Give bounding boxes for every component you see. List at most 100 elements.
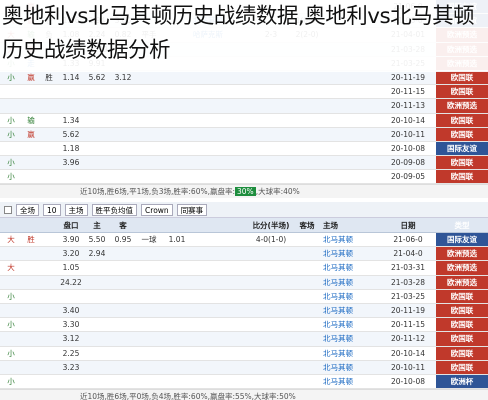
table-row[interactable]: 3.20 2.94 北马其顿 21-04-0 欧洲预选 [0, 247, 488, 262]
cell-o2: 5.62 [88, 72, 106, 82]
cell-half [292, 247, 322, 260]
cell-date: 20-09-08 [390, 158, 426, 168]
filter-all[interactable]: 全场 [16, 203, 39, 216]
cell-home[interactable]: 北马其顿 [322, 233, 380, 246]
cell-type[interactable]: 欧国联 [436, 318, 488, 332]
cell-type[interactable]: 欧洲预选 [436, 261, 488, 275]
cell-home[interactable]: 北马其顿 [322, 304, 380, 317]
cell-type[interactable]: 欧国联 [436, 303, 488, 318]
table-row[interactable]: 小 赢胜 1.14 5.62 3.12 20-11-19 欧国联 [0, 70, 488, 86]
table-row[interactable]: 3.23 北马其顿 20-10-11 欧国联 [0, 360, 488, 375]
cell-away[interactable] [192, 85, 250, 98]
cell-away[interactable] [192, 128, 250, 141]
table-row[interactable]: 1.18 20-10-08 国际友谊 [0, 141, 488, 157]
cell-type[interactable]: 欧国联 [436, 70, 488, 85]
cell-type[interactable]: 欧国联 [436, 360, 488, 374]
cell-o3 [110, 142, 136, 155]
cell-type[interactable]: 国际友谊 [436, 141, 488, 156]
cell-away[interactable] [192, 361, 250, 374]
cell-date: 20-11-13 [390, 101, 426, 111]
cell-home[interactable] [322, 99, 380, 112]
cell-type[interactable]: 欧洲预选 [436, 99, 488, 113]
filter-home[interactable]: 主场 [64, 203, 88, 216]
cell-away[interactable] [192, 347, 250, 360]
filter-checkbox[interactable] [4, 205, 12, 214]
cell-away[interactable] [192, 332, 250, 345]
cell-o3 [110, 85, 136, 98]
cell-home[interactable]: 北马其顿 [322, 361, 380, 374]
table-row[interactable]: 小 北马其顿 20-10-08 欧洲杯 [0, 374, 488, 390]
cell-type[interactable]: 欧国联 [436, 289, 488, 303]
cell-b [40, 290, 58, 303]
cell-date: 21-03-31 [390, 263, 426, 273]
cell-away[interactable] [192, 99, 250, 112]
cell-b [40, 85, 58, 98]
cell-away[interactable] [192, 290, 250, 303]
cell-type[interactable]: 欧国联 [436, 332, 488, 346]
cell-home[interactable]: 北马其顿 [322, 276, 380, 289]
cell-score: 4-0(1-0) [255, 235, 287, 244]
cell-type[interactable]: 欧洲杯 [436, 374, 488, 389]
filter-odds-avg[interactable]: 胜平负均值 [91, 203, 138, 216]
filter-same-event[interactable]: 同赛事 [176, 203, 208, 216]
cell-away[interactable] [192, 233, 250, 246]
cell-home[interactable] [322, 156, 380, 169]
table-row[interactable]: 小 3.96 20-09-08 欧国联 [0, 156, 488, 171]
table-row[interactable]: 小 3.30 北马其顿 20-11-15 欧国联 [0, 318, 488, 333]
cell-away[interactable] [192, 261, 250, 274]
table-row[interactable]: 小 北马其顿 21-03-25 欧国联 [0, 289, 488, 304]
cell-type[interactable]: 欧国联 [436, 156, 488, 170]
table-row[interactable]: 小 2.25 北马其顿 20-10-14 欧国联 [0, 346, 488, 361]
table-row[interactable]: 大 胜 3.90 5.50 0.95 一球 1.01 4-0(1-0) 北马其顿 21-06-0 国… [0, 233, 488, 248]
cell-res: 大 [7, 235, 15, 244]
filter-count[interactable]: 10 [43, 203, 61, 216]
cell-type[interactable]: 欧国联 [436, 346, 488, 360]
cell-home[interactable] [322, 170, 380, 183]
cell-home[interactable]: 北马其顿 [322, 375, 380, 388]
table-row[interactable]: 20-11-15 欧国联 [0, 85, 488, 100]
cell-type[interactable]: 欧国联 [436, 85, 488, 99]
cell-type[interactable]: 欧国联 [436, 113, 488, 127]
table-row[interactable]: 小 20-09-05 欧国联 [0, 170, 488, 185]
cell-away[interactable] [192, 156, 250, 169]
table-row[interactable]: 24.22 北马其顿 21-03-28 欧洲预选 [0, 275, 488, 290]
table-header: 盘口 主 客 比分(半场) 客场 主场 日期 类型 [0, 218, 488, 233]
cell-home[interactable]: 北马其顿 [322, 347, 380, 360]
cell-score [250, 290, 292, 303]
header-cell: 主场 [323, 221, 338, 230]
cell-away[interactable] [192, 71, 250, 84]
filter-crown[interactable]: Crown [141, 203, 173, 216]
cell-type[interactable]: 欧国联 [436, 127, 488, 141]
table-row[interactable]: 20-11-13 欧洲预选 [0, 99, 488, 114]
cell-home[interactable]: 北马其顿 [322, 261, 380, 274]
cell-type[interactable]: 国际友谊 [436, 233, 488, 247]
cell-home[interactable]: 北马其顿 [322, 290, 380, 303]
cell-home[interactable]: 北马其顿 [322, 247, 380, 260]
cell-home[interactable]: 北马其顿 [322, 332, 380, 345]
cell-a [22, 347, 40, 360]
cell-away[interactable] [192, 114, 250, 127]
table-row[interactable]: 小 输 1.34 20-10-14 欧国联 [0, 113, 488, 128]
cell-type[interactable]: 欧洲预选 [436, 247, 488, 261]
cell-home[interactable] [322, 114, 380, 127]
cell-home[interactable] [322, 128, 380, 141]
table-row[interactable]: 小 赢 5.62 20-10-11 欧国联 [0, 127, 488, 142]
cell-away[interactable] [192, 318, 250, 331]
cell-home[interactable] [322, 71, 380, 84]
table-row[interactable]: 3.12 北马其顿 20-11-12 欧国联 [0, 332, 488, 347]
cell-type[interactable]: 欧国联 [436, 170, 488, 184]
cell-away[interactable] [192, 276, 250, 289]
cell-b [40, 142, 58, 155]
cell-home[interactable] [322, 142, 380, 155]
cell-away[interactable] [192, 304, 250, 317]
cell-away[interactable] [192, 142, 250, 155]
cell-home[interactable]: 北马其顿 [322, 318, 380, 331]
cell-home[interactable] [322, 85, 380, 98]
cell-type[interactable]: 欧洲预选 [436, 275, 488, 289]
cell-away[interactable] [192, 247, 250, 260]
table-row[interactable]: 大 1.05 北马其顿 21-03-31 欧洲预选 [0, 261, 488, 276]
table-row[interactable]: 3.40 北马其顿 20-11-19 欧国联 [0, 303, 488, 319]
cell-o2 [84, 361, 110, 374]
cell-away[interactable] [192, 375, 250, 388]
cell-away[interactable] [192, 170, 250, 183]
